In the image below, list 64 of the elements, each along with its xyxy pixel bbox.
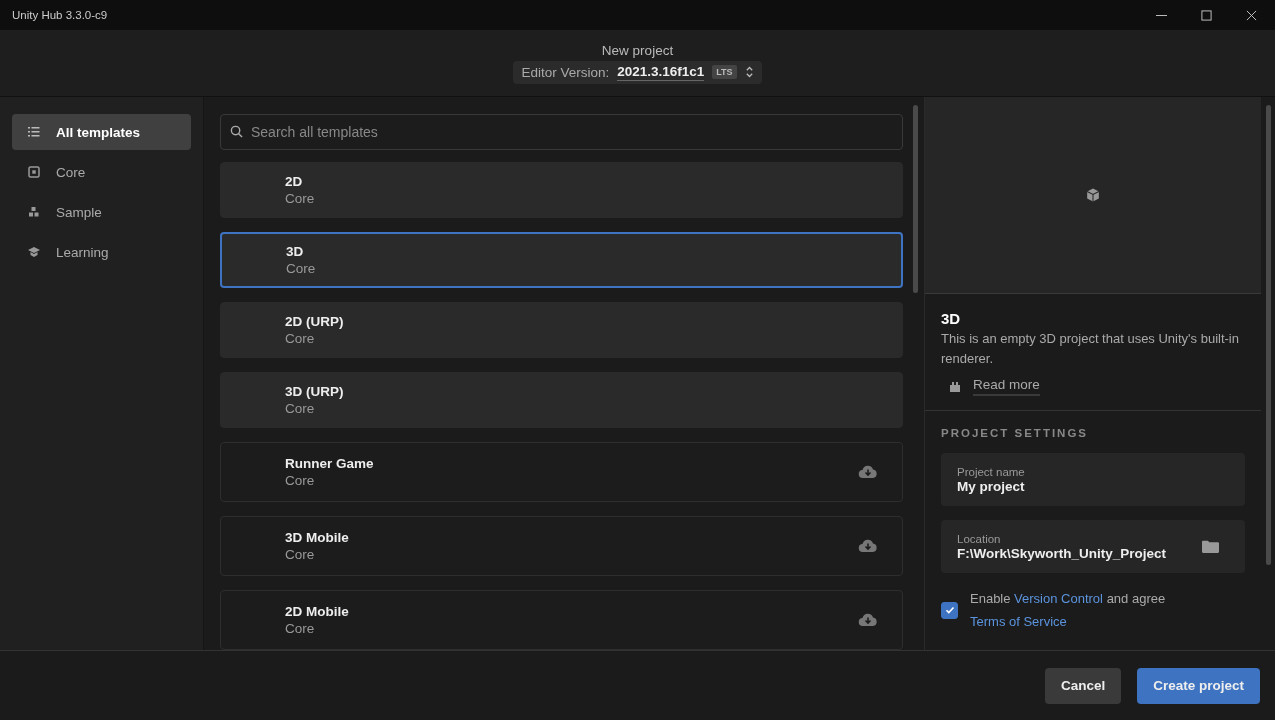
template-card[interactable]: 3D Core	[220, 232, 903, 288]
blocks-icon	[28, 206, 40, 218]
template-card[interactable]: 2D (URP) Core	[220, 302, 903, 358]
cloud-download-icon[interactable]	[858, 465, 878, 479]
package-icon	[949, 380, 961, 393]
template-category: Core	[285, 401, 316, 416]
close-icon[interactable]	[1246, 9, 1257, 21]
lts-badge: LTS	[712, 65, 737, 79]
editor-version-label: Editor Version:	[521, 64, 610, 80]
sidebar-item[interactable]: Learning	[12, 234, 191, 270]
template-name: 3D	[286, 244, 305, 259]
list-icon	[28, 126, 40, 138]
template-card[interactable]: Runner Game Core	[220, 442, 903, 502]
updown-caret-icon	[744, 65, 754, 79]
agreement-link[interactable]: Version Control	[1014, 591, 1103, 606]
folder-icon[interactable]	[1202, 540, 1219, 553]
agreement-link[interactable]: Terms of Service	[970, 614, 1067, 629]
template-card[interactable]: 3D Mobile Core	[220, 516, 903, 576]
template-card[interactable]: 3D (URP) Core	[220, 372, 903, 428]
template-name: 3D (URP)	[285, 384, 344, 399]
create-project-button[interactable]: Create project	[1137, 667, 1260, 704]
template-category: Core	[285, 191, 315, 206]
editor-version-selector[interactable]: Editor Version: 2021.3.16f1c1 LTS	[513, 60, 762, 84]
sidebar-item[interactable]: Core	[12, 154, 191, 190]
scrollbar[interactable]	[913, 105, 918, 293]
sidebar-item[interactable]: Sample	[12, 194, 191, 230]
sidebar-item[interactable]: All templates	[12, 114, 191, 150]
input-field[interactable]: Project name My project	[941, 453, 1245, 506]
template-category: Core	[285, 473, 316, 488]
template-category: Core	[285, 621, 316, 636]
window-title: Unity Hub 3.3.0-c9	[12, 9, 108, 21]
template-category: Core	[285, 331, 316, 346]
template-category: Core	[285, 547, 316, 562]
field-value: F:\Work\Skyworth_Unity_Project	[957, 545, 1167, 561]
editor-version-value: 2021.3.16f1c1	[617, 63, 705, 81]
checkbox[interactable]	[941, 601, 958, 619]
field-label: Location	[957, 532, 1002, 545]
graduation-cap-icon	[28, 246, 40, 258]
template-card[interactable]: 2D Core	[220, 162, 903, 218]
template-name: 2D (URP)	[285, 314, 344, 329]
input-field[interactable]: Location F:\Work\Skyworth_Unity_Project	[941, 520, 1245, 573]
template-category: Core	[286, 261, 316, 276]
section-heading: PROJECT SETTINGS	[941, 427, 1090, 439]
cancel-button[interactable]: Cancel	[1044, 667, 1122, 704]
maximize-icon[interactable]	[1201, 9, 1212, 21]
template-name: 3D Mobile	[285, 530, 349, 545]
template-name: Runner Game	[285, 456, 374, 471]
field-label: Project name	[957, 465, 1025, 478]
field-value: My project	[957, 478, 1025, 494]
template-name: 2D Mobile	[285, 604, 349, 619]
template-title: 3D	[941, 310, 962, 327]
scrollbar[interactable]	[1266, 105, 1271, 565]
cloud-download-icon[interactable]	[858, 613, 878, 627]
dialog-title: New project	[601, 42, 674, 58]
read-more-link[interactable]: Read more	[973, 377, 1040, 396]
template-card[interactable]: 2D Mobile Core	[220, 590, 903, 650]
agreement-text: Enable Version Control and agree Terms of Service	[970, 590, 1167, 631]
template-name: 2D	[285, 174, 304, 189]
search-field[interactable]: Search all templates	[220, 114, 903, 150]
checkmark-icon	[943, 604, 956, 616]
template-description: This is an empty 3D project that uses Unity's built-in renderer.	[941, 330, 1240, 368]
cloud-download-icon[interactable]	[858, 539, 878, 553]
cube-icon	[1086, 188, 1100, 202]
search-icon	[230, 125, 243, 138]
